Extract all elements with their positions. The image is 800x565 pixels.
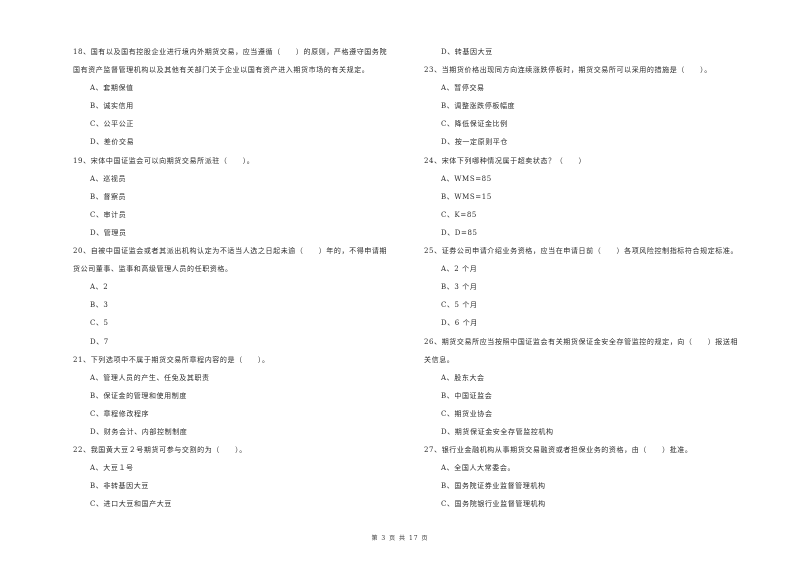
question-text: 23、当期货价格出现同方向连续涨跌停板时，期货交易所可以采用的措施是（ ）。 — [424, 66, 712, 75]
option-b: B、保证金的管理和使用制度 — [90, 391, 187, 400]
question-23: 23、当期货价格出现同方向连续涨跌停板时，期货交易所可以采用的措施是（ ）。 A… — [424, 64, 764, 154]
option-b: B、WMS=15 — [441, 192, 492, 201]
option-b: B、督察员 — [90, 192, 127, 201]
option-c: C、公平公正 — [90, 120, 134, 129]
question-20: 20、自被中国证监会或者其派出机构认定为不适当人选之日起未逾（ ）年的，不得申请… — [73, 245, 413, 354]
option-a: A、巡视员 — [90, 174, 127, 183]
option-a: A、大豆１号 — [90, 464, 134, 473]
left-column: 18、国有以及国有控股企业进行境内外期货交易，应当遵循（ ）的原则，严格遵守国务… — [73, 46, 413, 516]
option-c: C、5 个月 — [441, 301, 478, 310]
option-b: B、调整涨跌停板幅度 — [441, 102, 516, 111]
option-c: C、5 — [90, 319, 109, 328]
option-d: D、期货保证金安全存管监控机构 — [441, 427, 554, 436]
option-d: D、管理员 — [90, 228, 127, 237]
question-24: 24、宋体下列哪种情况属于超卖状态？（ ） A、WMS=85 B、WMS=15 … — [424, 155, 764, 245]
option-b: B、3 — [90, 301, 109, 310]
exam-page: 18、国有以及国有控股企业进行境内外期货交易，应当遵循（ ）的原则，严格遵守国务… — [0, 0, 800, 565]
option-a: A、管理人员的产生、任免及其职责 — [90, 373, 210, 382]
option-c: C、国务院银行业监督管理机构 — [441, 500, 546, 509]
question-22: 22、我国黄大豆２号期货可参与交割的为（ ）。 A、大豆１号 B、非转基因大豆 … — [73, 444, 413, 516]
option-a: A、全国人大常委会。 — [441, 464, 516, 473]
option-a: A、股东大会 — [441, 373, 485, 382]
option-d: D、差价交易 — [90, 138, 135, 147]
option-d: D、6 个月 — [441, 319, 478, 328]
option-b: B、非转基因大豆 — [90, 482, 149, 491]
option-c: C、审计员 — [90, 210, 127, 219]
option-c: C、进口大豆和国产大豆 — [90, 500, 172, 509]
option-a: A、2 — [90, 283, 109, 292]
option-b: B、国务院证券业监督管理机构 — [441, 482, 546, 491]
option-d: D、财务会计、内部控制制度 — [90, 427, 188, 436]
question-text: 19、宋体中国证监会可以向期货交易所派驻（ ）。 — [73, 156, 255, 165]
option-a: A、2 个月 — [441, 265, 478, 274]
question-text: 24、宋体下列哪种情况属于超卖状态？（ ） — [424, 156, 587, 165]
question-text: 国有资产监督管理机构以及其他有关部门关于企业以国有资产进入期货市场的有关规定。 — [73, 66, 370, 75]
option-b: B、诚实信用 — [90, 102, 134, 111]
option-c: C、期货业协会 — [441, 409, 493, 418]
question-text: 22、我国黄大豆２号期货可参与交割的为（ ）。 — [73, 446, 247, 455]
question-text: 关信息。 — [424, 355, 455, 364]
option-a: A、暂停交易 — [441, 84, 485, 93]
option-b: B、中国证监会 — [441, 391, 493, 400]
question-text: 20、自被中国证监会或者其派出机构认定为不适当人选之日起未逾（ ）年的，不得申请… — [73, 247, 388, 256]
question-25: 25、证券公司申请介绍业务资格，应当在申请日前（ ）各项风险控制指标符合规定标准… — [424, 245, 764, 335]
option-d: D、D=85 — [441, 228, 478, 237]
option-c: C、K=85 — [441, 210, 477, 219]
option-c: C、降低保证金比例 — [441, 120, 508, 129]
option-a: A、套期保值 — [90, 84, 134, 93]
question-26: 26、期货交易所应当按照中国证监会有关期货保证金安全存管监控的规定，向（ ）报送… — [424, 336, 764, 445]
question-text: 27、银行业金融机构从事期货交易融资或者担保业务的资格，由（ ）批准。 — [424, 446, 693, 455]
question-text: 21、下列选项中不属于期货交易所章程内容的是（ ）。 — [73, 355, 270, 364]
option-b: B、3 个月 — [441, 283, 478, 292]
right-column: D、转基因大豆 23、当期货价格出现同方向连续涨跌停板时，期货交易所可以采用的措… — [424, 46, 764, 516]
question-text: 26、期货交易所应当按照中国证监会有关期货保证金安全存管监控的规定，向（ ）报送… — [424, 337, 739, 346]
question-18: 18、国有以及国有控股企业进行境内外期货交易，应当遵循（ ）的原则，严格遵守国务… — [73, 46, 413, 155]
question-text: 货公司董事、监事和高级管理人员的任职资格。 — [73, 265, 233, 274]
question-text: 25、证券公司申请介绍业务资格，应当在申请日前（ ）各项风险控制指标符合规定标准… — [424, 247, 739, 256]
option-d: D、7 — [90, 337, 109, 346]
option-c: C、章程修改程序 — [90, 409, 150, 418]
option-d: D、按一定原则平仓 — [441, 138, 509, 147]
question-27: 27、银行业金融机构从事期货交易融资或者担保业务的资格，由（ ）批准。 A、全国… — [424, 444, 764, 516]
question-text: 18、国有以及国有控股企业进行境内外期货交易，应当遵循（ ）的原则，严格遵守国务… — [73, 48, 388, 56]
option-a: A、WMS=85 — [441, 174, 492, 183]
question-21: 21、下列选项中不属于期货交易所章程内容的是（ ）。 A、管理人员的产生、任免及… — [73, 354, 413, 444]
question-19: 19、宋体中国证监会可以向期货交易所派驻（ ）。 A、巡视员 B、督察员 C、审… — [73, 155, 413, 245]
page-number: 第 3 页 共 17 页 — [371, 535, 429, 542]
option-d-continued: D、转基因大豆 — [441, 48, 493, 56]
